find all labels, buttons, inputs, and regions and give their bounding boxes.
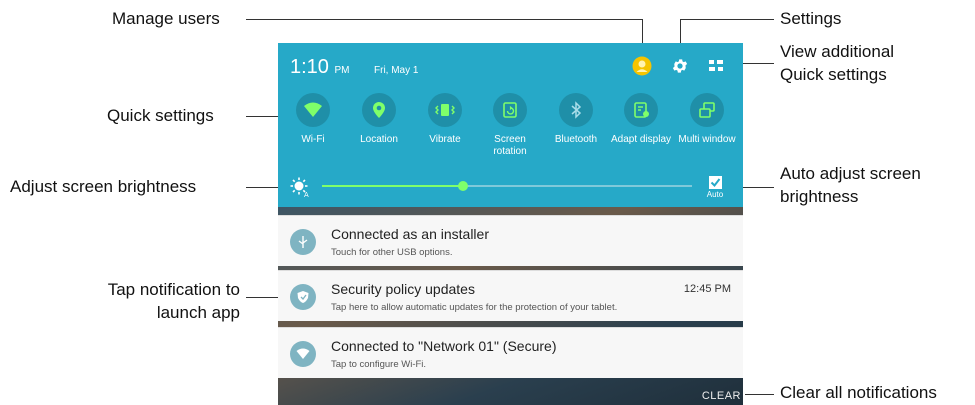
notification-title: Connected as an installer — [331, 226, 489, 242]
status-date: Fri, May 1 — [374, 65, 419, 76]
vibrate-icon — [435, 104, 455, 116]
notification-subtitle: Tap to configure Wi-Fi. — [331, 359, 427, 370]
callout-line-clear-all — [745, 394, 774, 395]
brightness-icon: A — [290, 177, 309, 199]
location-icon — [373, 102, 385, 118]
gear-icon — [672, 59, 688, 73]
auto-brightness-checkbox[interactable]: Auto — [705, 176, 725, 199]
callout-view-additional-2: Quick settings — [780, 65, 887, 84]
callout-line-settings — [680, 19, 774, 20]
checkbox-checked-icon — [708, 176, 722, 189]
bluetooth-icon — [571, 101, 582, 119]
auto-label: Auto — [706, 190, 724, 199]
tile-vibrate[interactable]: Vibrate — [413, 93, 477, 146]
callout-line-manage-users — [246, 19, 642, 20]
tile-screen-rotation[interactable]: Screen rotation — [478, 93, 542, 158]
tile-vibrate-label: Vibrate — [429, 134, 461, 145]
callout-clear-all: Clear all notifications — [780, 383, 937, 402]
tile-multi-window[interactable]: Multi window — [675, 93, 739, 146]
tile-screen-rotation-label: Screen rotation — [493, 134, 527, 157]
tile-screen-rotation-circle — [493, 93, 527, 127]
callout-tap-notification-2: launch app — [156, 303, 240, 322]
tile-multi-window-circle — [690, 93, 724, 127]
status-time-value: 1:10 — [290, 56, 329, 78]
settings-button[interactable] — [669, 55, 691, 77]
wifi-icon — [304, 102, 322, 117]
user-avatar-icon — [632, 56, 652, 76]
tile-bluetooth[interactable]: Bluetooth — [544, 93, 608, 146]
tile-vibrate-circle — [428, 93, 462, 127]
notification-time: 12:45 PM — [683, 283, 731, 295]
shield-icon — [297, 291, 309, 303]
checkmark-icon — [710, 178, 720, 188]
tile-location[interactable]: Location — [347, 93, 411, 146]
tile-adapt-display-circle — [624, 93, 658, 127]
tile-bluetooth-circle — [559, 93, 593, 127]
notification-icon-circle — [290, 284, 316, 310]
callout-auto-adjust-2: brightness — [780, 187, 859, 206]
callout-adjust-brightness: Adjust screen brightness — [10, 177, 197, 196]
notification-icon-circle — [290, 341, 316, 367]
brightness-slider[interactable] — [322, 181, 692, 191]
tile-wifi-circle — [296, 93, 330, 127]
notification-security[interactable]: Security policy updates Tap here to allo… — [278, 270, 743, 321]
callout-settings: Settings — [780, 9, 842, 28]
callout-tap-notification-1: Tap notification to — [107, 280, 240, 299]
clear-all-button[interactable]: CLEAR — [702, 390, 741, 402]
notification-subtitle: Tap here to allow automatic updates for … — [331, 302, 618, 313]
usb-icon — [298, 236, 308, 248]
notification-subtitle: Touch for other USB options. — [331, 247, 453, 258]
brightness-row: A Auto — [278, 171, 743, 205]
grid-icon — [709, 60, 723, 71]
notification-title: Security policy updates — [331, 281, 475, 297]
wifi-icon — [296, 348, 310, 359]
tile-wifi-label: Wi-Fi — [301, 134, 325, 145]
screen-rotation-icon — [503, 102, 517, 118]
tile-location-label: Location — [360, 134, 398, 145]
adapt-display-icon — [634, 102, 649, 118]
notification-icon-circle — [290, 229, 316, 255]
quick-settings-panel: 1:10 PM Fri, May 1 Wi-Fi Location Vibrat… — [278, 43, 743, 207]
tile-bluetooth-label: Bluetooth — [554, 134, 598, 145]
view-additional-quick-settings-button[interactable] — [705, 55, 727, 77]
tile-adapt-display[interactable]: Adapt display — [609, 93, 673, 146]
status-ampm: PM — [334, 65, 350, 76]
callout-view-additional-1: View additional — [780, 42, 895, 61]
manage-users-button[interactable] — [631, 55, 653, 77]
tile-multi-window-label: Multi window — [678, 134, 736, 145]
brightness-slider-thumb[interactable] — [457, 181, 468, 191]
callout-manage-users: Manage users — [112, 9, 220, 28]
brightness-slider-fill — [322, 185, 463, 187]
brightness-button[interactable]: A — [290, 177, 312, 202]
callout-quick-settings: Quick settings — [107, 106, 214, 125]
quick-settings-tiles: Wi-Fi Location Vibrate Screen rotation B… — [278, 93, 743, 163]
status-time: 1:10 PM — [290, 56, 350, 79]
notification-panel: 1:10 PM Fri, May 1 Wi-Fi Location Vibrat… — [278, 43, 743, 405]
tile-wifi[interactable]: Wi-Fi — [281, 93, 345, 146]
tile-location-circle — [362, 93, 396, 127]
svg-text:A: A — [304, 192, 309, 197]
multi-window-icon — [699, 102, 715, 118]
notification-wifi[interactable]: Connected to "Network 01" (Secure) Tap t… — [278, 327, 743, 378]
notification-title: Connected to "Network 01" (Secure) — [331, 338, 557, 354]
tile-adapt-display-label: Adapt display — [610, 134, 672, 145]
callout-auto-adjust-1: Auto adjust screen — [780, 164, 921, 183]
notification-usb[interactable]: Connected as an installer Touch for othe… — [278, 215, 743, 266]
